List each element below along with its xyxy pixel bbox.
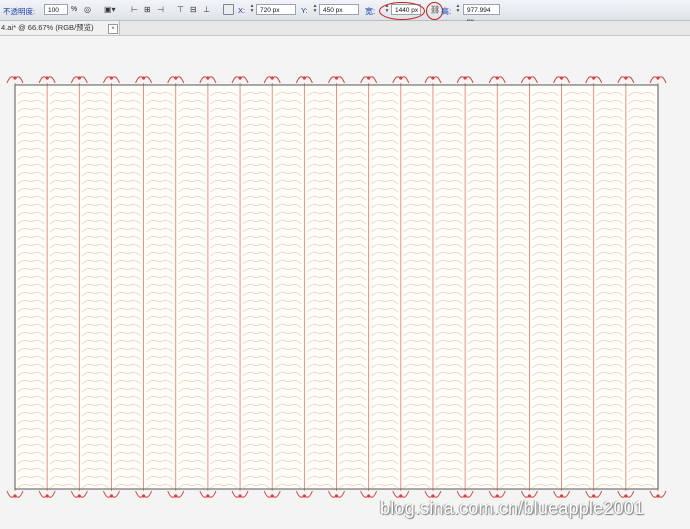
ornament-dot bbox=[270, 76, 274, 80]
document-tab[interactable]: 4.ai* @ 66.67% (RGB/预览) × bbox=[0, 21, 120, 35]
x-spinner-icon[interactable]: ▲ ▼ bbox=[249, 4, 255, 15]
align-middle-icon[interactable]: ⊟ bbox=[190, 5, 197, 15]
width-highlight-circle bbox=[379, 2, 425, 20]
align-bottom-icon[interactable]: ⊥ bbox=[203, 5, 210, 15]
ornament-dot bbox=[13, 494, 17, 498]
ornament-dot bbox=[238, 494, 242, 498]
reference-point-icon[interactable] bbox=[223, 4, 234, 15]
align-left-icon[interactable]: ⊢ bbox=[131, 5, 138, 15]
ornament-dot bbox=[270, 494, 274, 498]
align-right-icon[interactable]: ⊣ bbox=[157, 5, 164, 15]
ornament-dot bbox=[431, 76, 435, 80]
ornament-dot bbox=[206, 76, 210, 80]
ornament-dot bbox=[334, 494, 339, 498]
opacity-label: 不透明度: bbox=[3, 7, 36, 16]
ornament-dot bbox=[399, 76, 403, 80]
ornament-dot bbox=[624, 76, 628, 80]
artboard-canvas[interactable] bbox=[0, 36, 690, 524]
align-top-icon[interactable]: ⊤ bbox=[177, 5, 184, 15]
ornament-dot bbox=[77, 76, 81, 80]
align-center-icon[interactable]: ⊞ bbox=[144, 5, 151, 15]
ornament-dot bbox=[302, 494, 306, 498]
opacity-input[interactable]: 100 bbox=[44, 4, 68, 15]
ornament-dot bbox=[109, 76, 114, 80]
ornament-dot bbox=[334, 76, 339, 80]
width-label: 宽: bbox=[365, 7, 376, 16]
ornament-dot bbox=[656, 494, 660, 498]
recolor-icon[interactable]: ◎ bbox=[84, 5, 91, 15]
height-spinner-icon[interactable]: ▲ ▼ bbox=[455, 4, 461, 15]
ornament-dot bbox=[238, 76, 242, 80]
ornament-dot bbox=[77, 494, 81, 498]
close-tab-icon[interactable]: × bbox=[108, 24, 118, 34]
ornament-dot bbox=[13, 76, 17, 80]
y-label: Y: bbox=[301, 6, 308, 15]
ornament-dot bbox=[367, 494, 371, 498]
document-tab-title: 4.ai* @ 66.67% (RGB/预览) bbox=[1, 23, 94, 32]
ornament-dot bbox=[174, 76, 178, 80]
control-panel-toolbar: 不透明度: 100 % ◎ ▣▾ ⊢ ⊞ ⊣ ⊤ ⊟ ⊥ X: ▲ ▼ 720 p… bbox=[0, 0, 690, 25]
height-input[interactable]: 977.994 px bbox=[463, 4, 500, 25]
ornament-dot bbox=[302, 76, 306, 80]
document-tab-bar: 4.ai* @ 66.67% (RGB/预览) × bbox=[0, 21, 690, 36]
pattern-artwork bbox=[6, 76, 667, 498]
ornament-dot bbox=[174, 494, 178, 498]
ornament-dot bbox=[45, 76, 49, 80]
ornament-dot bbox=[45, 494, 49, 498]
ornament-dot bbox=[656, 76, 660, 80]
watermark-text: blog.sina.com.cn/blueapple2001 bbox=[380, 498, 645, 518]
ornament-dot bbox=[142, 76, 146, 80]
ornament-dot bbox=[109, 494, 114, 498]
ornament-dot bbox=[463, 76, 467, 80]
ornament-dot bbox=[367, 76, 371, 80]
opacity-unit: % bbox=[71, 6, 78, 13]
ornament-dot bbox=[495, 76, 499, 80]
ornament-dot bbox=[592, 76, 596, 80]
ornament-dot bbox=[559, 76, 564, 80]
ornament-dot bbox=[206, 494, 210, 498]
y-input[interactable]: 450 px bbox=[319, 4, 359, 15]
ornament-dot bbox=[142, 494, 146, 498]
height-label: 高: bbox=[441, 7, 452, 16]
y-spinner-icon[interactable]: ▲ ▼ bbox=[312, 4, 318, 15]
ornament-dot bbox=[527, 76, 532, 80]
x-label: X: bbox=[238, 6, 246, 15]
align-menu-icon[interactable]: ▣▾ bbox=[104, 5, 116, 15]
x-input[interactable]: 720 px bbox=[256, 4, 296, 15]
